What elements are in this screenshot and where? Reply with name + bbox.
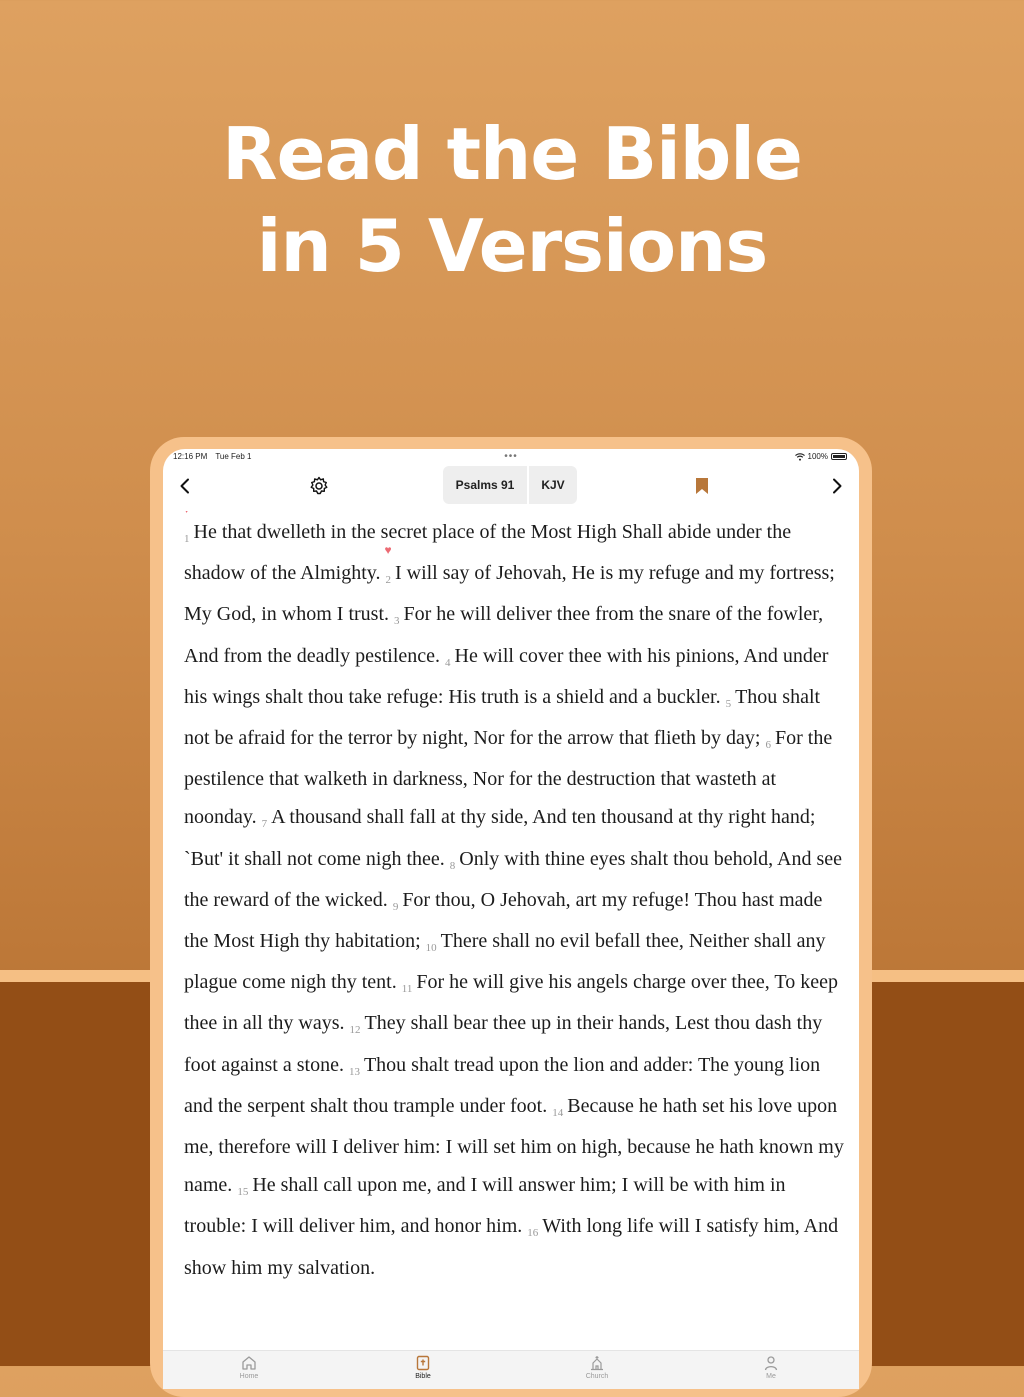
gear-icon [310,476,328,495]
status-bar: 12:16 PM Tue Feb 1 ••• 100% [173,451,849,464]
verse-number: 2 [385,574,391,587]
version-button[interactable]: KJV [529,466,577,504]
battery-percent: 100% [807,452,828,461]
heart-icon: ♥ [184,511,190,515]
bible-icon [416,1355,430,1371]
scripture-text: ♥1He that dwelleth in the secret place o… [184,511,844,1327]
passage-selector: Psalms 91 KJV [443,466,577,504]
tab-home-label: Home [239,1373,259,1380]
church-icon [591,1356,603,1371]
verse-number: 5 [725,697,732,710]
wifi-icon [794,452,805,461]
chapter-paragraph: ♥1He that dwelleth in the secret place o… [184,511,844,1287]
tab-bar: Home Bible Church Me [163,1350,859,1389]
verse-number: 7 [261,818,268,831]
reader-toolbar: Psalms 91 KJV [163,466,859,506]
tab-me[interactable]: Me [741,1355,801,1380]
multitasking-dots-icon[interactable]: ••• [504,451,518,462]
verse-number: 9 [392,900,399,913]
status-date: Tue Feb 1 [215,452,252,461]
heart-icon: ♥ [384,543,392,558]
verse-number: 1 [184,533,190,545]
settings-button[interactable] [305,472,333,500]
verse-number: 3 [394,615,400,628]
battery-icon [831,453,847,460]
back-button[interactable] [171,472,199,500]
verse-number: 6 [765,739,771,752]
app-screen: 12:16 PM Tue Feb 1 ••• 100% Psalms 91 KJ… [163,449,859,1389]
tab-bible-label: Bible [415,1373,431,1380]
verse-number: 13 [348,1065,360,1078]
person-icon [764,1356,778,1371]
tab-church[interactable]: Church [567,1355,627,1380]
headline-line-2: in 5 Versions [256,204,768,288]
book-chapter-button[interactable]: Psalms 91 [443,466,527,504]
verse-number: 12 [349,1024,361,1037]
verse-number: 10 [425,942,437,955]
bookmark-icon [696,478,708,494]
status-time: 12:16 PM [173,452,208,461]
back-icon [180,478,189,494]
verse-number: 11 [401,983,413,996]
promo-headline: Read the Bible in 5 Versions [0,108,1024,292]
verse-number: 16 [527,1227,539,1240]
tab-bible[interactable]: Bible [393,1355,453,1380]
tab-church-label: Church [585,1373,609,1380]
tablet-frame: 12:16 PM Tue Feb 1 ••• 100% Psalms 91 KJ… [150,437,872,1397]
verse-number: 4 [445,656,451,669]
verse-number: 15 [237,1186,249,1199]
verse-number: 14 [552,1106,564,1119]
tab-home[interactable]: Home [219,1355,279,1380]
bookmark-button[interactable] [688,472,716,500]
headline-line-1: Read the Bible [222,112,803,196]
forward-icon [833,478,842,494]
forward-button[interactable] [823,472,851,500]
tab-me-label: Me [766,1373,776,1380]
home-icon [242,1356,256,1370]
verse-number: 8 [449,859,456,872]
